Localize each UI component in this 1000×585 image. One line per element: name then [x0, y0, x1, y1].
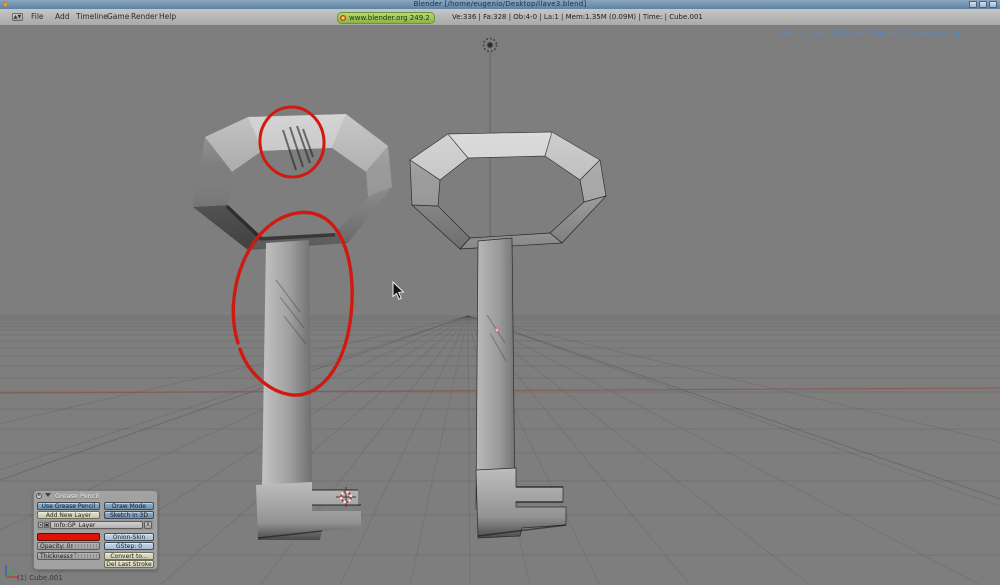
menu-render[interactable]: Render	[131, 9, 158, 25]
version-text: www.blender.org 249.2	[349, 14, 430, 22]
panel-title: Grease Pencil	[55, 492, 99, 500]
sketch-in-3d-button[interactable]: Sketch in 3D	[104, 511, 154, 519]
editor-type-icon[interactable]: ▲▼	[12, 13, 23, 21]
convert-to-button[interactable]: Convert to...	[104, 552, 154, 560]
add-new-layer-button[interactable]: Add New Layer	[37, 511, 100, 519]
object-origin-dot	[494, 327, 500, 333]
active-object-label: (1) Cube.001	[17, 574, 63, 582]
stroke-color-swatch[interactable]	[37, 533, 100, 541]
scene-statistics: Ve:336 | Fa:328 | Ob:4-0 | La:1 | Mem:1.…	[452, 13, 703, 21]
onion-skin-button[interactable]: Onion-Skin	[104, 533, 154, 541]
draw-mode-button[interactable]: Draw Mode	[104, 502, 154, 510]
use-grease-pencil-button[interactable]: Use Grease Pencil	[37, 502, 100, 510]
opacity-slider[interactable]: Opacity: 0	[37, 542, 100, 550]
menu-help[interactable]: Help	[159, 9, 176, 25]
grease-pencil-panel[interactable]: x Grease Pencil Use Grease Pencil Draw M…	[33, 490, 158, 570]
close-button[interactable]	[989, 1, 997, 8]
thickness-slider[interactable]: Thickness: 3	[37, 552, 100, 560]
panel-collapse-icon[interactable]	[45, 493, 51, 497]
maximize-button[interactable]	[979, 1, 987, 8]
layer-name-field[interactable]: Info:GP_Layer	[50, 521, 143, 529]
menu-file[interactable]: File	[31, 9, 44, 25]
panel-close-icon[interactable]: x	[36, 492, 42, 499]
menu-add[interactable]: Add	[55, 9, 70, 25]
del-last-stroke-button[interactable]: Del Last Stroke	[104, 560, 154, 568]
minimize-button[interactable]	[969, 1, 977, 8]
layer-visibility-icon[interactable]: ●	[44, 522, 49, 528]
panel-header[interactable]: x Grease Pencil	[34, 491, 157, 500]
menu-timeline[interactable]: Timeline	[76, 9, 108, 25]
layer-strip: ▾ ● Info:GP_Layer X	[37, 520, 154, 530]
3d-viewport[interactable]: GPencil: Layer ('GP_Layer'), Frame (1), …	[0, 25, 1000, 585]
version-badge[interactable]: www.blender.org 249.2	[337, 12, 435, 24]
opacity-value: Opacity: 0	[40, 543, 71, 550]
slider-ridge	[71, 544, 98, 548]
menu-game[interactable]: Game	[107, 9, 129, 25]
blender-logo-icon	[340, 15, 346, 21]
gstep-field[interactable]: GStep: 0	[104, 542, 154, 550]
header-menubar: ▲▼ File Add Timeline Game Render Help ww…	[0, 9, 1000, 26]
gpencil-status-text: GPencil: Layer ('GP_Layer'), Frame (1), …	[781, 29, 962, 37]
mouse-cursor	[392, 280, 405, 300]
window-title: Blender [/home/eugenio/Desktop/llave3.bl…	[413, 0, 587, 8]
layer-expand-icon[interactable]: ▾	[38, 522, 43, 528]
slider-ridge	[71, 554, 98, 558]
layer-delete-button[interactable]: X	[144, 521, 152, 529]
